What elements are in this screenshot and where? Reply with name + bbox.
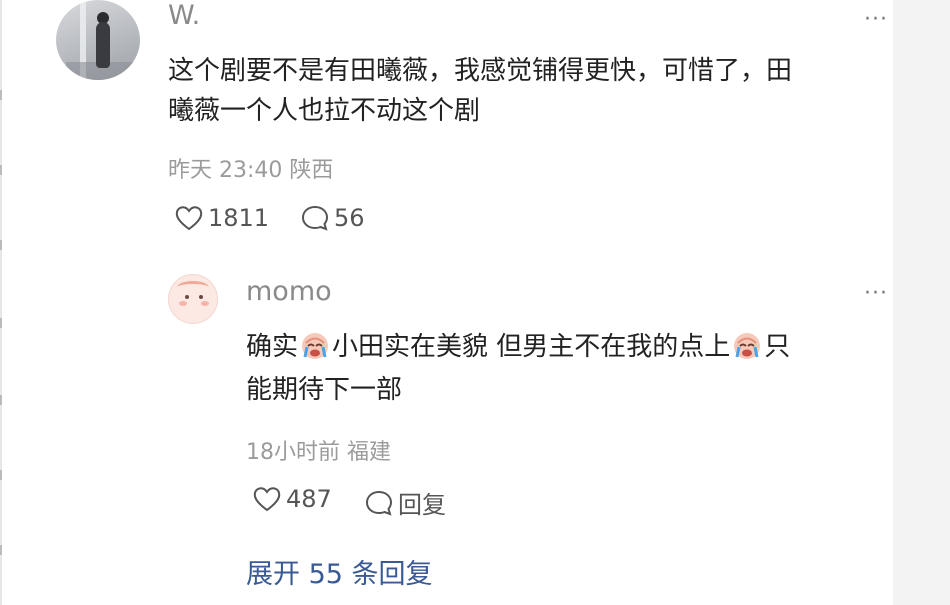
comment-avatar[interactable]	[56, 0, 140, 80]
edge-tick	[0, 318, 2, 328]
left-panel-edge	[0, 0, 2, 605]
heart-outline-icon	[253, 487, 281, 512]
reply-location: 福建	[347, 440, 392, 465]
crying-face-emoji	[300, 330, 330, 360]
reply-like-button[interactable]: 487	[252, 485, 332, 513]
expand-replies-link[interactable]: 展开 55 条回复	[246, 552, 433, 591]
edge-tick	[0, 470, 2, 480]
comment-bubble-icon	[301, 205, 329, 231]
reply-text-seg-1: 确实	[246, 332, 299, 362]
heart-outline-icon	[175, 206, 203, 231]
edge-tick	[0, 545, 2, 555]
comment-like-button[interactable]: 1811	[174, 204, 269, 232]
reply-reply-button[interactable]: 回复	[364, 485, 446, 520]
crying-face-emoji	[732, 330, 762, 360]
reply-more-button[interactable]: ···	[864, 283, 888, 305]
edge-tick	[0, 165, 2, 175]
reply-text-seg-2: 小田实在美貌 但男主不在我的点上	[332, 332, 731, 362]
comment-more-button[interactable]: ···	[864, 9, 888, 31]
comment-meta: 昨天 23:40 陕西	[168, 152, 333, 184]
comment-text-line-2: 曦薇一个人也拉不动这个剧	[168, 96, 481, 126]
comment-reply-button[interactable]: 56	[300, 204, 365, 232]
comment-location: 陕西	[289, 158, 334, 183]
edge-tick	[0, 90, 2, 100]
edge-tick	[0, 240, 2, 250]
reply-text-line-2: 能期待下一部	[246, 375, 403, 405]
comment-bubble-icon	[365, 490, 393, 516]
reply-text-line-1: 确实 小田实在美貌 但男主不在我的点上 只	[246, 327, 790, 367]
reply-time: 18小时前	[246, 440, 340, 465]
reply-avatar[interactable]	[168, 274, 218, 324]
comment-time: 昨天 23:40	[168, 158, 283, 183]
right-panel-edge	[893, 0, 950, 605]
reply-text-seg-3: 只	[764, 332, 791, 362]
reply-meta: 18小时前 福建	[246, 434, 391, 466]
comment-username[interactable]: W.	[168, 0, 200, 31]
comment-text-line-1: 这个剧要不是有田曦薇，我感觉铺得更快，可惜了，田	[168, 56, 793, 86]
edge-tick	[0, 395, 2, 405]
comment-like-count: 1811	[208, 204, 270, 232]
comment-reply-count: 56	[334, 204, 365, 232]
reply-username[interactable]: momo	[246, 276, 332, 307]
reply-reply-label: 回复	[398, 491, 446, 519]
reply-like-count: 487	[286, 485, 332, 513]
